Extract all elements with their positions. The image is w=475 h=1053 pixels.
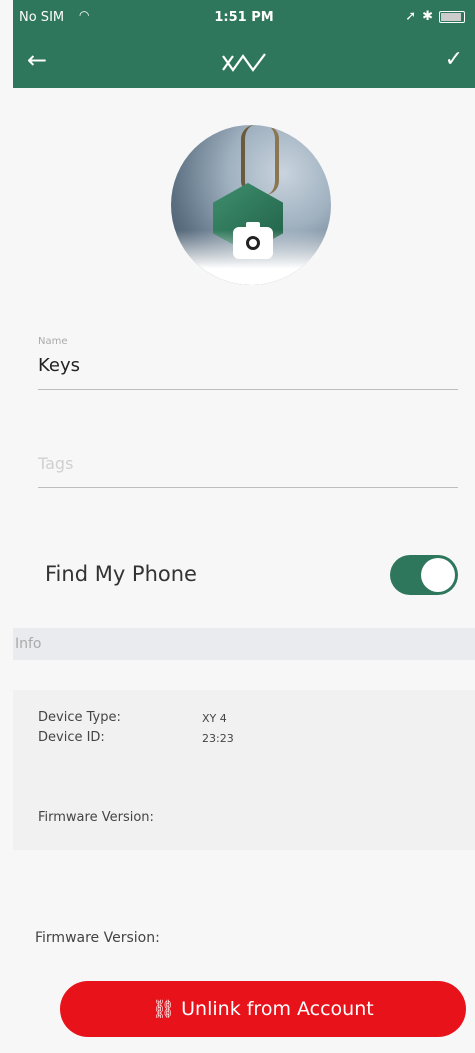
location-icon: ➚ <box>405 9 417 24</box>
unlink-icon: ⛓ <box>152 998 176 1020</box>
confirm-button[interactable]: ✓ <box>445 47 463 72</box>
firmware-version-label: Firmware Version: <box>38 810 154 825</box>
device-type-value: XY 4 <box>202 712 227 725</box>
name-field-label: Name <box>38 336 68 347</box>
camera-lens <box>246 236 260 250</box>
bluetooth-icon: ✱ <box>422 9 433 24</box>
status-bar: No SIM ◠ 1:51 PM ➚ ✱ <box>13 0 475 38</box>
xy-logo-icon <box>221 48 267 82</box>
tags-field-underline <box>38 487 458 488</box>
battery-icon <box>439 10 465 23</box>
checkmark-icon: ✓ <box>444 47 463 72</box>
nav-bar: ← ✓ <box>13 38 475 88</box>
toggle-knob <box>421 558 455 592</box>
tags-field[interactable]: Tags <box>38 454 73 473</box>
find-my-phone-label: Find My Phone <box>45 562 197 586</box>
find-my-phone-toggle[interactable] <box>390 555 458 595</box>
device-type-key: Device Type: <box>38 710 121 725</box>
info-section-title: Info <box>15 636 42 652</box>
info-card: Device Type: XY 4 Device ID: 23:23 Firmw… <box>13 690 475 850</box>
device-id-value: 23:23 <box>202 732 234 745</box>
camera-icon[interactable] <box>233 222 273 259</box>
device-photo[interactable] <box>171 125 331 285</box>
footer-firmware-version-label: Firmware Version: <box>35 930 160 946</box>
status-right-icons: ➚ ✱ <box>405 9 465 24</box>
device-id-key: Device ID: <box>38 730 105 745</box>
unlink-button-label: Unlink from Account <box>181 998 374 1020</box>
arrow-left-icon: ← <box>27 46 48 74</box>
name-field[interactable]: Keys <box>38 355 80 376</box>
info-section-header: Info <box>13 628 475 660</box>
name-field-underline <box>38 389 458 390</box>
unlink-button[interactable]: ⛓ Unlink from Account <box>60 981 466 1037</box>
back-button[interactable]: ← <box>27 46 47 74</box>
